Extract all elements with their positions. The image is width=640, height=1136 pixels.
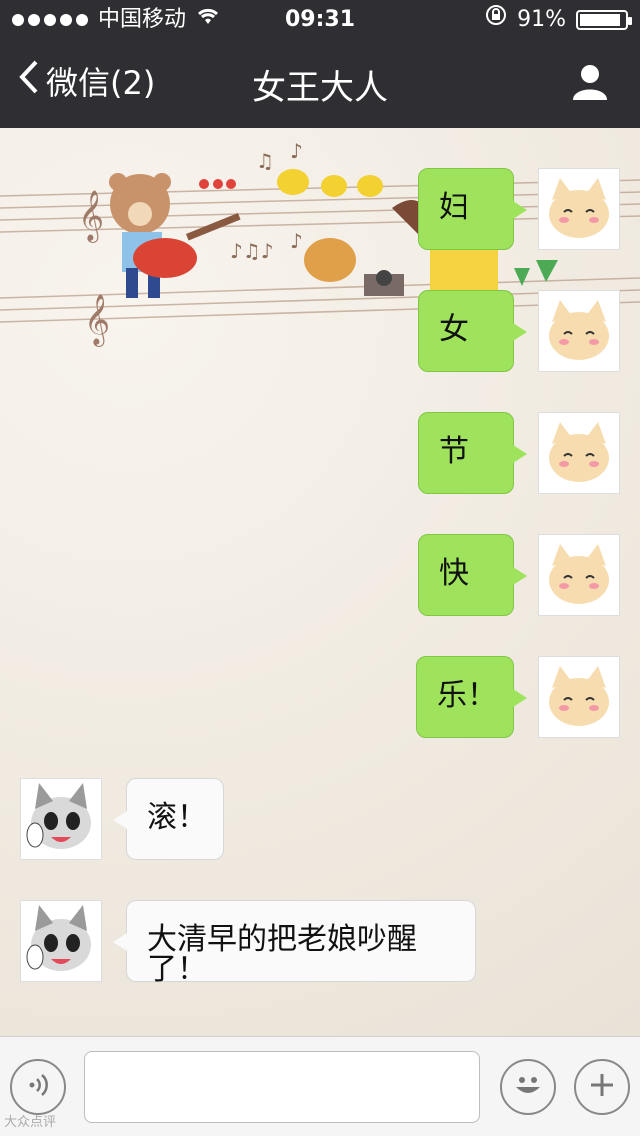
my-avatar[interactable] <box>538 534 620 616</box>
svg-text:𝄞: 𝄞 <box>78 190 104 243</box>
message-text: 妇 <box>439 190 469 225</box>
message-bubble-them[interactable]: 大清早的把老娘吵醒了！ <box>113 900 476 985</box>
message-text: 节 <box>439 434 469 469</box>
svg-text:𝄞: 𝄞 <box>84 294 110 347</box>
rotation-lock-icon <box>485 0 507 40</box>
my-avatar[interactable] <box>538 412 620 494</box>
battery-icon <box>576 10 632 30</box>
message-text: 乐！ <box>437 678 497 713</box>
svg-text:♪: ♪ <box>290 139 303 163</box>
svg-text:♫: ♫ <box>256 149 274 173</box>
message-text: 快 <box>439 556 469 591</box>
contact-avatar[interactable] <box>20 900 102 982</box>
svg-text:♪: ♪ <box>290 229 303 253</box>
chat-title: 女王大人 <box>252 68 388 108</box>
status-bar: 中国移动 09:31 91% <box>0 0 640 40</box>
my-avatar[interactable] <box>538 656 620 738</box>
contact-avatar[interactable] <box>20 778 102 860</box>
message-text: 大清早的把老娘吵醒了！ <box>147 922 417 987</box>
my-avatar[interactable] <box>538 290 620 372</box>
top-bar: 中国移动 09:31 91% 微信(2) 女王大人 <box>0 0 640 128</box>
message-bubble-me[interactable]: 节 <box>418 412 527 494</box>
battery-fill <box>580 14 621 26</box>
message-bubble-me[interactable]: 女 <box>418 290 527 372</box>
plus-button[interactable] <box>574 1059 630 1115</box>
watermark: 大众点评 <box>4 1115 57 1130</box>
input-bar: 大众点评 <box>0 1036 640 1136</box>
plus-icon <box>587 1070 617 1104</box>
my-avatar[interactable] <box>538 168 620 250</box>
battery-percent: 91% <box>517 7 566 32</box>
emoji-button[interactable] <box>500 1059 556 1115</box>
chat-area[interactable]: 𝄞 𝄞 ♫ ♪ ♪♫♪ ♪ 妇 女 节 快 乐！ 滚！ 大清早的把老娘吵醒了！ <box>0 128 640 1036</box>
message-bubble-me[interactable]: 妇 <box>418 168 527 250</box>
voice-button[interactable] <box>10 1059 66 1115</box>
message-bubble-them[interactable]: 滚！ <box>113 778 224 860</box>
voice-icon <box>24 1071 52 1103</box>
emoji-icon <box>508 1065 548 1109</box>
message-text: 滚！ <box>147 800 207 835</box>
svg-text:♪♫♪: ♪♫♪ <box>230 239 273 263</box>
user-profile-icon[interactable] <box>570 62 610 102</box>
message-text: 女 <box>439 312 469 347</box>
message-input[interactable] <box>84 1051 480 1123</box>
message-bubble-me[interactable]: 乐！ <box>416 656 527 738</box>
message-bubble-me[interactable]: 快 <box>418 534 527 616</box>
nav-bar: 微信(2) 女王大人 <box>0 40 640 128</box>
